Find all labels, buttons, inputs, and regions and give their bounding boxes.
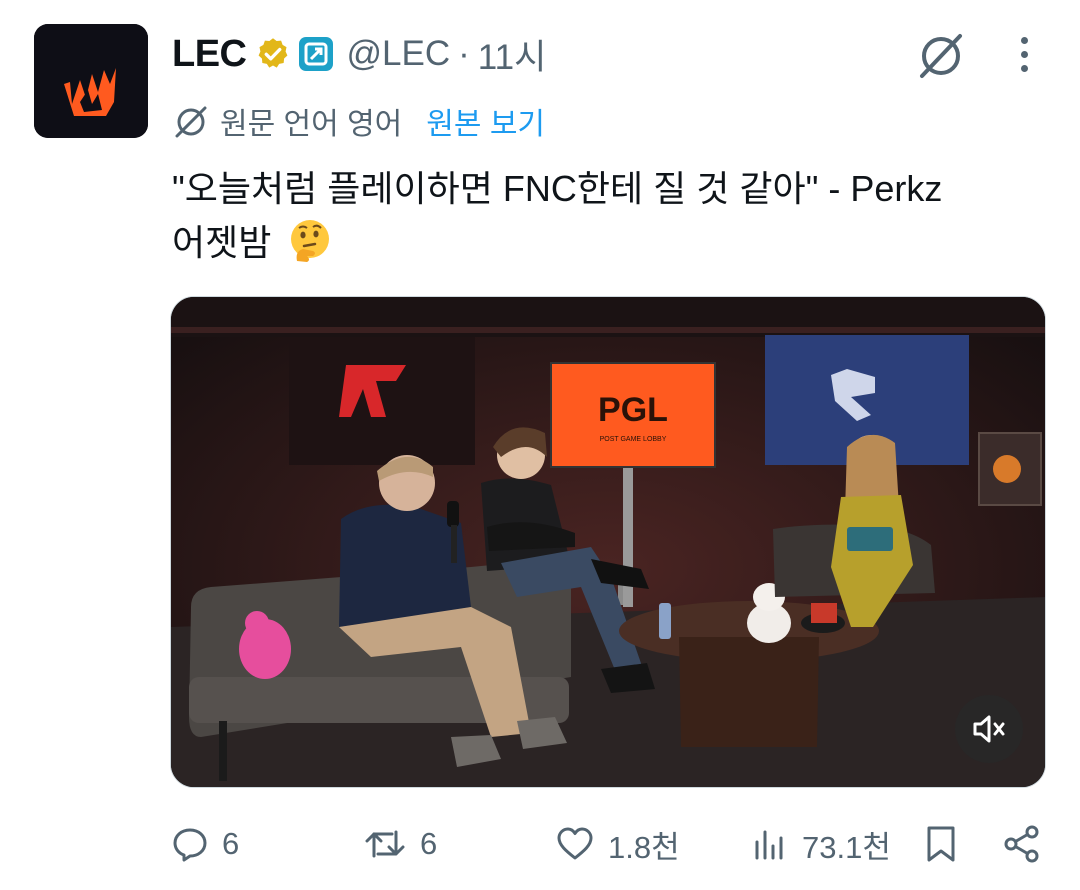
pgl-screen-subtext: POST GAME LOBBY xyxy=(600,436,667,443)
lec-logo xyxy=(34,24,148,138)
post-time[interactable]: 11시 xyxy=(478,29,547,80)
tweet-text-line-2-text: 어젯밤 xyxy=(172,222,272,263)
repost-icon xyxy=(365,830,405,858)
author-name[interactable]: LEC xyxy=(172,33,247,76)
muted-speaker-icon xyxy=(973,715,1005,743)
original-language-label: 원문 언어 영어 xyxy=(220,108,403,141)
more-options-icon[interactable] xyxy=(1002,32,1046,76)
separator-dot: · xyxy=(458,34,470,73)
thinking-face-emoji xyxy=(291,220,330,262)
action-bar: 6 6 1.8천 73.1천 xyxy=(172,818,1046,870)
author-avatar[interactable] xyxy=(34,24,148,138)
views-count: 73.1천 xyxy=(802,829,891,865)
repost-count: 6 xyxy=(420,826,438,861)
share-icon xyxy=(1004,825,1039,863)
translate-icon xyxy=(175,106,207,138)
like-count: 1.8천 xyxy=(608,829,680,865)
video-player[interactable]: PGL POST GAME LOBBY xyxy=(170,296,1046,788)
translation-row: 원문 언어 영어 원본 보기 xyxy=(172,100,545,142)
reply-count: 6 xyxy=(222,826,240,861)
video-frame: PGL POST GAME LOBBY xyxy=(171,297,1045,787)
reply-button[interactable]: 6 xyxy=(172,818,239,870)
tweet-header: LEC @LEC · 11시 xyxy=(172,28,546,80)
author-handle[interactable]: @LEC xyxy=(347,34,451,74)
views-button[interactable]: 73.1천 xyxy=(752,818,891,870)
reply-icon xyxy=(173,828,207,862)
grok-icon[interactable] xyxy=(914,28,968,82)
bookmark-icon xyxy=(927,826,955,862)
like-button[interactable]: 1.8천 xyxy=(556,818,680,870)
tweet-text: "오늘처럼 플레이하면 FNC한테 질 것 같아" - Perkz 어젯밤 xyxy=(172,162,1042,270)
affiliate-badge-icon[interactable] xyxy=(298,37,333,71)
repost-button[interactable]: 6 xyxy=(364,818,437,870)
verified-badge-icon[interactable] xyxy=(255,36,291,72)
tweet-text-line-2: 어젯밤 xyxy=(172,216,1042,270)
pgl-screen-text: PGL xyxy=(598,391,668,429)
heart-icon xyxy=(557,827,593,860)
tweet-text-line-1: "오늘처럼 플레이하면 FNC한테 질 것 같아" - Perkz xyxy=(172,168,943,209)
share-button[interactable] xyxy=(1002,818,1042,870)
bookmark-button[interactable] xyxy=(924,818,958,870)
show-original-link[interactable]: 원본 보기 xyxy=(426,99,545,143)
mute-button[interactable] xyxy=(955,695,1023,763)
views-chart-icon xyxy=(755,830,783,860)
